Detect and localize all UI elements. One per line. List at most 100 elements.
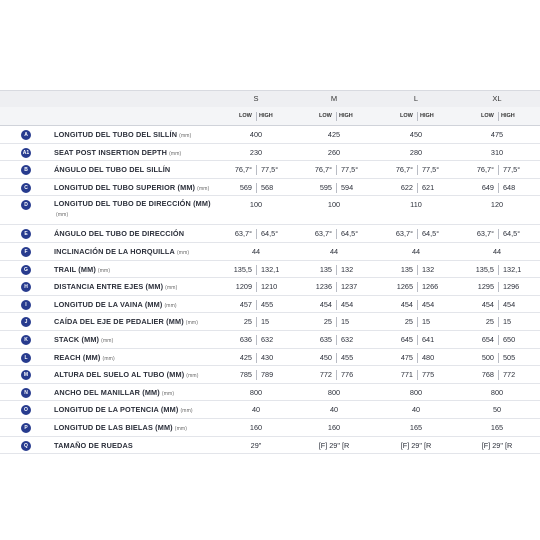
row-label: DISTANCIA ENTRE EJES (MM) (mm) xyxy=(54,278,177,295)
value-high-l: 454 xyxy=(422,299,435,309)
column-divider xyxy=(336,112,337,121)
value-divider xyxy=(417,165,418,176)
table-row: C LONGITUD DEL TUBO SUPERIOR (MM) (mm) 569 5… xyxy=(0,179,540,197)
table-row: N ANCHO DEL MANILLAR (MM) (mm) 800 800 800 800 xyxy=(0,384,540,402)
value-divider xyxy=(498,182,499,193)
value-divider xyxy=(498,317,499,328)
value-divider xyxy=(417,370,418,381)
row-badge: A1 xyxy=(21,147,31,158)
low-header-m: LOW xyxy=(319,113,332,119)
value-divider xyxy=(498,165,499,176)
value-high-m: 77,5° xyxy=(341,165,359,175)
value-low-l: 135 xyxy=(400,264,413,274)
row-badge: M xyxy=(21,370,31,381)
value-low-m: 76,7° xyxy=(314,165,332,175)
table-row: E ÁNGULO DEL TUBO DE DIRECCIÓN 63,7° 64,5° 6… xyxy=(0,225,540,243)
geometry-table: S M L XL LOW HIGH LOW HIGH LOW HIGH LOW HIGH AL… xyxy=(0,90,540,455)
row-label-text: LONGITUD DEL TUBO DE DIRECCIÓN (MM) xyxy=(54,199,211,209)
value-low-s: 135,5 xyxy=(233,264,252,274)
row-label: ALTURA DEL SUELO AL TUBO (MM) (mm) xyxy=(54,366,199,383)
value-low-xl: 63,7° xyxy=(476,229,494,239)
value-high-m: 15 xyxy=(341,317,350,327)
table-row: J CAÍDA DEL EJE DE PEDALIER (MM) (mm) 25 15 2… xyxy=(0,313,540,331)
column-divider xyxy=(417,112,418,121)
value-low-m: 63,7° xyxy=(314,229,332,239)
row-label: LONGITUD DEL TUBO SUPERIOR (MM) (mm) xyxy=(54,179,209,196)
value-low-m: 1236 xyxy=(315,282,332,292)
column-divider xyxy=(498,112,499,121)
row-label-text: TAMAÑO DE RUEDAS xyxy=(54,440,133,450)
row-label: ÁNGULO DEL TUBO DE DIRECCIÓN xyxy=(54,225,184,242)
value-high-l: 77,5° xyxy=(422,165,440,175)
value-divider xyxy=(336,182,337,193)
value-low-xl: 25 xyxy=(485,317,494,327)
value-l: 110 xyxy=(410,200,422,210)
value-l: 165 xyxy=(409,422,423,432)
row-label: REACH (MM) (mm) xyxy=(54,349,115,366)
value-high-s: 1210 xyxy=(261,282,278,292)
value-high-s: 568 xyxy=(261,182,274,192)
value-low-m: 450 xyxy=(319,352,332,362)
value-divider xyxy=(256,352,257,363)
value-high-xl: 772 xyxy=(503,370,516,380)
low-high-header-row: LOW HIGH LOW HIGH LOW HIGH LOW HIGH xyxy=(0,107,540,126)
value-high-m: 132 xyxy=(341,264,354,274)
value-divider xyxy=(256,182,257,193)
value-xl: 120 xyxy=(490,200,504,210)
row-label-text: LONGITUD DEL TUBO DEL SILLÍN xyxy=(54,130,178,139)
value-divider xyxy=(417,334,418,345)
value-high-xl: 15 xyxy=(503,317,512,327)
value-high-xl: 64,5° xyxy=(503,229,521,239)
value-s: 400 xyxy=(249,130,263,139)
value-high-s: 15 xyxy=(261,317,270,327)
value-low-l: 622 xyxy=(400,182,413,192)
row-unit: (mm) xyxy=(197,185,210,192)
value-low-xl: 649 xyxy=(481,182,494,192)
value-s: 230 xyxy=(249,147,263,157)
high-header-s: HIGH xyxy=(259,113,273,119)
size-header-row: S M L XL xyxy=(0,90,540,107)
value-l: 280 xyxy=(409,147,423,157)
value-xl: 50 xyxy=(492,405,502,415)
value-low-xl: 654 xyxy=(481,334,494,344)
value-low-xl: 76,7° xyxy=(476,165,494,175)
value-high-s: 789 xyxy=(261,370,274,380)
row-unit: (mm) xyxy=(56,212,69,219)
value-divider xyxy=(336,317,337,328)
table-row: Q TAMAÑO DE RUEDAS 29" [F] 29" [R [F] 29" [R… xyxy=(0,437,540,455)
size-header-s: S xyxy=(253,94,259,103)
table-row: B ÁNGULO DEL TUBO DEL SILLÍN 76,7° 77,5° 76,… xyxy=(0,161,540,179)
value-m: [F] 29" [R xyxy=(318,440,350,450)
value-divider xyxy=(336,282,337,293)
value-divider xyxy=(498,282,499,293)
value-low-l: 454 xyxy=(400,299,413,309)
table-row: D LONGITUD DEL TUBO DE DIRECCIÓN (MM) (mm)… xyxy=(0,196,540,226)
value-low-m: 772 xyxy=(319,370,332,380)
row-label: SEAT POST INSERTION DEPTH (mm) xyxy=(54,144,181,161)
value-high-l: 132 xyxy=(422,264,435,274)
value-low-l: 771 xyxy=(400,370,413,380)
row-badge: E xyxy=(21,229,31,240)
value-low-s: 636 xyxy=(239,334,252,344)
value-divider xyxy=(256,370,257,381)
row-badge: C xyxy=(21,182,31,193)
value-divider xyxy=(336,165,337,176)
size-header-m: M xyxy=(330,94,338,103)
value-m: 44 xyxy=(329,246,339,256)
value-high-xl: 648 xyxy=(503,182,516,192)
table-row: F INCLINACIÓN DE LA HORQUILLA (mm) 44 44 44 44 xyxy=(0,243,540,261)
value-high-m: 1237 xyxy=(341,282,358,292)
value-divider xyxy=(498,352,499,363)
value-high-xl: 505 xyxy=(503,352,516,362)
value-high-l: 1266 xyxy=(422,282,439,292)
row-label: CAÍDA DEL EJE DE PEDALIER (MM) (mm) xyxy=(54,313,198,330)
value-s: 40 xyxy=(251,405,261,415)
row-unit: (mm) xyxy=(97,267,111,274)
value-xl: [F] 29" [R xyxy=(481,440,513,450)
row-label-text: STACK (MM) xyxy=(54,334,100,344)
value-high-m: 594 xyxy=(341,182,354,192)
value-low-s: 457 xyxy=(239,299,252,309)
row-label-text: DISTANCIA ENTRE EJES (MM) xyxy=(54,282,164,292)
row-label-text: LONGITUD DE LAS BIELAS (MM) xyxy=(54,422,173,432)
table-row: L REACH (MM) (mm) 425 430 450 455 475 480 500 505 xyxy=(0,349,540,367)
